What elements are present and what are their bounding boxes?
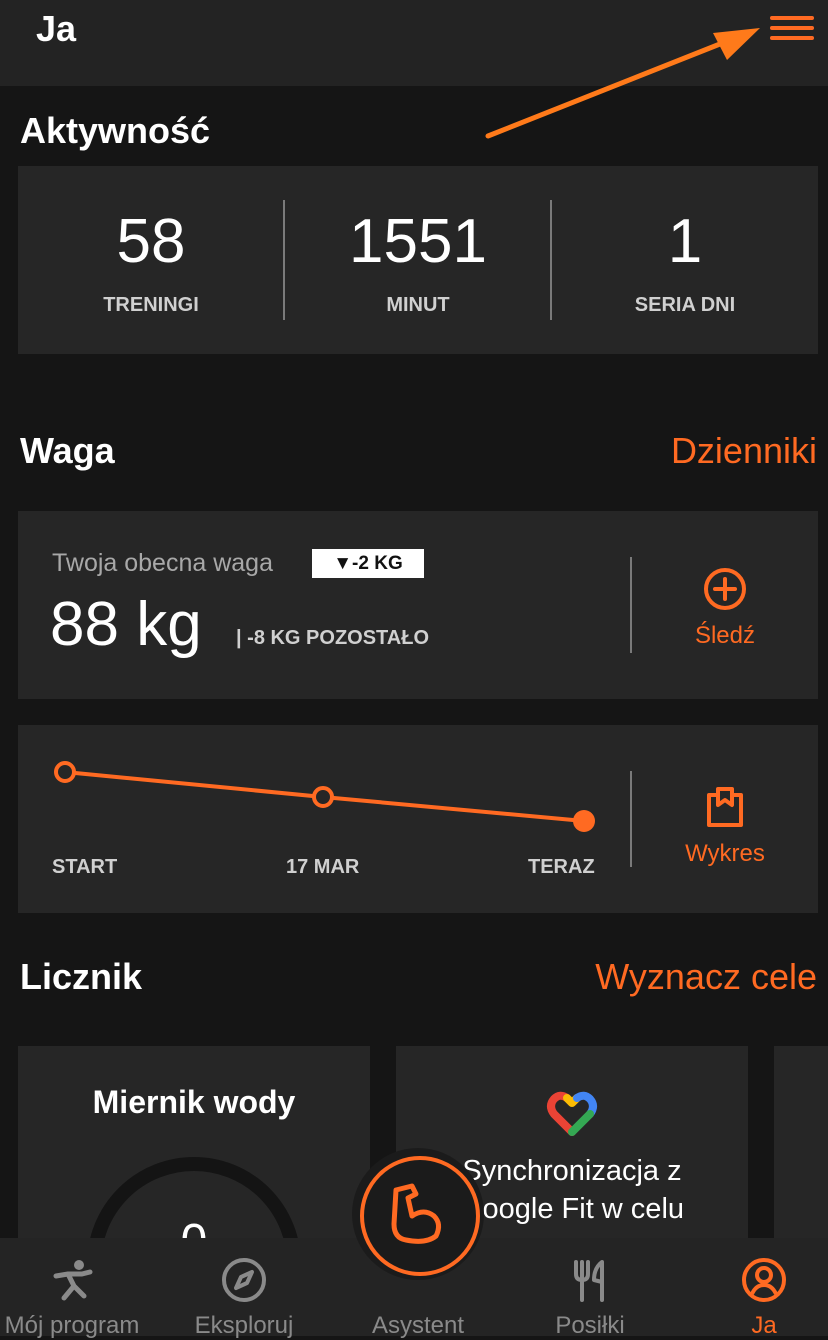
nav-my-program[interactable]: Mój program <box>0 1238 144 1339</box>
chart-point-now <box>573 810 595 832</box>
activity-card: 58 TRENINGI 1551 MINUT 1 SERIA DNI <box>18 166 818 354</box>
stat-workouts: 58 TRENINGI <box>18 166 284 354</box>
stat-label: MINUT <box>386 294 450 316</box>
fork-knife-icon <box>574 1260 604 1302</box>
figure-exercise-icon <box>53 1260 93 1301</box>
stat-value: 1551 <box>349 207 487 276</box>
chart-label-start: START <box>52 856 118 878</box>
journals-link[interactable]: Dzienniki <box>671 430 817 472</box>
chart-label-mid: 17 MAR <box>286 856 360 878</box>
plus-circle-icon <box>704 568 746 610</box>
chart-point-start <box>54 761 76 783</box>
assistant-button[interactable] <box>352 1148 484 1280</box>
water-meter-title: Miernik wody <box>92 1084 296 1120</box>
annotation-arrow <box>485 28 760 139</box>
activity-title: Aktywność <box>20 110 211 151</box>
stat-value: 1 <box>667 207 703 276</box>
stat-value: 58 <box>116 207 186 276</box>
weight-card: Twoja obecna waga ▼-2 KG 88 kg | -8 KG P… <box>18 511 818 699</box>
nav-me[interactable]: Ja <box>692 1238 828 1339</box>
track-weight-label: Śledź <box>694 622 756 649</box>
current-weight-value: 88 kg <box>50 590 202 659</box>
muscle-arm-icon <box>391 1183 442 1244</box>
weight-remaining: | -8 KG POZOSTAŁO <box>236 627 430 649</box>
counter-title: Licznik <box>20 956 143 997</box>
stat-label: SERIA DNI <box>634 294 736 316</box>
stat-streak: 1 SERIA DNI <box>552 166 818 354</box>
weight-title: Waga <box>20 430 115 471</box>
set-goals-link[interactable]: Wyznacz cele <box>595 956 817 998</box>
google-fit-heart-icon <box>547 1091 597 1136</box>
weight-chart-label: Wykres <box>685 840 765 867</box>
chart-point-mid <box>312 786 334 808</box>
stat-minutes: 1551 MINUT <box>285 166 551 354</box>
weight-chart-button[interactable]: Wykres <box>632 783 818 868</box>
weight-trend-line <box>54 761 595 832</box>
clipboard-icon <box>707 787 743 827</box>
hamburger-menu-icon[interactable] <box>766 14 818 46</box>
current-weight-label: Twoja obecna waga <box>52 549 273 577</box>
weight-change-badge: ▼-2 KG <box>312 549 424 578</box>
page-title: Ja <box>36 8 77 49</box>
track-weight-button[interactable]: Śledź <box>632 567 818 650</box>
stat-label: TRENINGI <box>103 294 199 316</box>
user-circle-icon <box>742 1258 786 1302</box>
weight-chart-card: START 17 MAR TERAZ Wykres <box>18 725 818 913</box>
nav-explore[interactable]: Eksploruj <box>172 1238 316 1339</box>
nav-meals[interactable]: Posiłki <box>518 1238 662 1339</box>
compass-icon <box>222 1258 266 1302</box>
chart-label-now: TERAZ <box>528 856 595 878</box>
